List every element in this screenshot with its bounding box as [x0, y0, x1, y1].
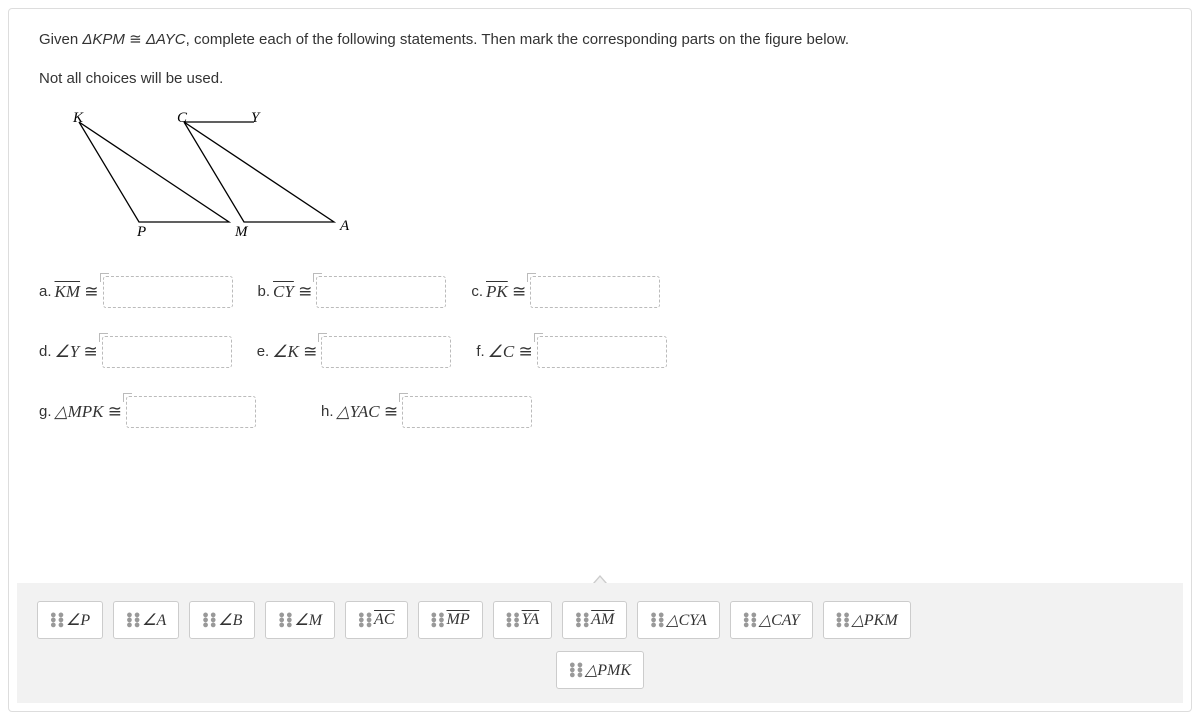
- dropzone-d[interactable]: [102, 336, 232, 368]
- grip-icon: ●●●●●●: [50, 613, 60, 628]
- statements: a. KM ≅ b. CY ≅ c. PK ≅ d. ∠Y ≅ e: [39, 276, 1161, 428]
- choice-tile[interactable]: ●●●●●●△CYA: [637, 601, 720, 639]
- grip-icon: ●●●●●●: [575, 613, 585, 628]
- prompt-text: Given ΔKPM ≅ ΔAYC, complete each of the …: [39, 29, 1161, 52]
- choice-tile[interactable]: ●●●●●●△PMK: [556, 651, 644, 689]
- choice-tile[interactable]: ●●●●●●∠P: [37, 601, 103, 639]
- cong: ≅: [83, 342, 97, 362]
- row-2: d. ∠Y ≅ e. ∠K ≅ f. ∠C ≅: [39, 336, 1161, 368]
- prompt-pre: Given: [39, 31, 82, 48]
- stmt-f-text: ∠C: [488, 342, 515, 362]
- stmt-g-text: △MPK: [55, 402, 104, 422]
- dropzone-e[interactable]: [321, 336, 451, 368]
- stmt-b-text: CY: [273, 282, 294, 302]
- stmt-h: h. △YAC ≅: [321, 396, 532, 428]
- stmt-e-text: ∠K: [272, 342, 299, 362]
- row-3: g. △MPK ≅ h. △YAC ≅: [39, 396, 1161, 428]
- choice-tile[interactable]: ●●●●●●∠A: [113, 601, 179, 639]
- dropzone-g[interactable]: [126, 396, 256, 428]
- choice-tile[interactable]: ●●●●●●△PKM: [823, 601, 911, 639]
- label-A: A: [339, 218, 350, 234]
- grip-icon: ●●●●●●: [126, 613, 136, 628]
- grip-icon: ●●●●●●: [278, 613, 288, 628]
- grip-icon: ●●●●●●: [569, 663, 579, 678]
- stmt-h-text: △YAC: [337, 402, 380, 422]
- stmt-d: d. ∠Y ≅: [39, 336, 232, 368]
- stmt-a-text: KM: [55, 282, 81, 302]
- note-text: Not all choices will be used.: [39, 70, 1161, 87]
- label-Y: Y: [251, 112, 261, 126]
- stmt-d-text: ∠Y: [55, 342, 80, 362]
- stmt-e: e. ∠K ≅: [257, 336, 452, 368]
- choice-tile[interactable]: ●●●●●●AC: [345, 601, 407, 639]
- triangles-svg: K P M C Y A: [59, 112, 359, 242]
- tri-kpm: ΔKPM: [82, 31, 125, 48]
- choices-row-1: ●●●●●●∠P ●●●●●●∠A ●●●●●●∠B ●●●●●●∠M ●●●●●●AC…: [37, 601, 1163, 639]
- choice-tile[interactable]: ●●●●●●∠M: [265, 601, 335, 639]
- choice-tile[interactable]: ●●●●●●△CAY: [730, 601, 813, 639]
- choice-tile[interactable]: ●●●●●●AM: [562, 601, 627, 639]
- stmt-d-id: d.: [39, 343, 52, 360]
- label-K: K: [72, 112, 84, 126]
- dropzone-a[interactable]: [103, 276, 233, 308]
- label-M: M: [234, 224, 249, 240]
- choices-band: ●●●●●●∠P ●●●●●●∠A ●●●●●●∠B ●●●●●●∠M ●●●●●●AC…: [17, 583, 1183, 703]
- grip-icon: ●●●●●●: [650, 613, 660, 628]
- dropzone-c[interactable]: [530, 276, 660, 308]
- cong-sym: ≅: [125, 31, 146, 48]
- dropzone-b[interactable]: [316, 276, 446, 308]
- grip-icon: ●●●●●●: [506, 613, 516, 628]
- cong: ≅: [519, 342, 533, 362]
- label-C: C: [177, 112, 188, 126]
- prompt-post: , complete each of the following stateme…: [186, 31, 849, 48]
- row-1: a. KM ≅ b. CY ≅ c. PK ≅: [39, 276, 1161, 308]
- stmt-c-text: PK: [486, 282, 508, 302]
- cong: ≅: [108, 402, 122, 422]
- question-card: Given ΔKPM ≅ ΔAYC, complete each of the …: [8, 8, 1192, 712]
- dropzone-h[interactable]: [402, 396, 532, 428]
- cong: ≅: [303, 342, 317, 362]
- cong: ≅: [298, 282, 312, 302]
- stmt-f-id: f.: [476, 343, 484, 360]
- cong: ≅: [512, 282, 526, 302]
- grip-icon: ●●●●●●: [202, 613, 212, 628]
- choices-row-2: ●●●●●●△PMK: [37, 651, 1163, 689]
- stmt-f: f. ∠C ≅: [476, 336, 666, 368]
- stmt-b: b. CY ≅: [258, 276, 447, 308]
- stmt-c: c. PK ≅: [471, 276, 660, 308]
- choice-tile[interactable]: ●●●●●●YA: [493, 601, 553, 639]
- tri-ayc: ΔAYC: [146, 31, 186, 48]
- stmt-a: a. KM ≅: [39, 276, 233, 308]
- label-P: P: [136, 224, 146, 240]
- stmt-b-id: b.: [258, 283, 271, 300]
- grip-icon: ●●●●●●: [358, 613, 368, 628]
- dropzone-f[interactable]: [537, 336, 667, 368]
- stmt-g: g. △MPK ≅: [39, 396, 256, 428]
- grip-icon: ●●●●●●: [836, 613, 846, 628]
- grip-icon: ●●●●●●: [431, 613, 441, 628]
- stmt-e-id: e.: [257, 343, 270, 360]
- choice-tile[interactable]: ●●●●●●MP: [418, 601, 483, 639]
- stmt-c-id: c.: [471, 283, 483, 300]
- grip-icon: ●●●●●●: [743, 613, 753, 628]
- choice-tile[interactable]: ●●●●●●∠B: [189, 601, 255, 639]
- stmt-h-id: h.: [321, 403, 334, 420]
- cong: ≅: [84, 282, 98, 302]
- stmt-g-id: g.: [39, 403, 52, 420]
- stmt-a-id: a.: [39, 283, 52, 300]
- cong: ≅: [384, 402, 398, 422]
- figure: K P M C Y A: [59, 112, 1161, 246]
- caret-up-icon: [593, 575, 607, 583]
